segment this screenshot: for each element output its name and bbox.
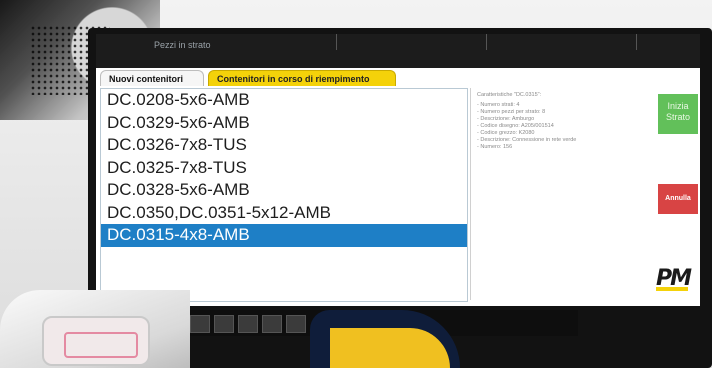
detail-line: - Codice grezzo: K2080 [477,130,535,136]
app-screen: Pezzi in strato Nuovi contenitori Conten… [96,34,700,306]
divider [636,34,637,50]
start-layer-button[interactable]: Inizia Strato [658,94,698,134]
container-list-item[interactable]: DC.0350,DC.0351-5x12-AMB [101,202,467,225]
tab-filling-containers[interactable]: Contenitori in corso di riempimento [208,70,396,86]
brand-logo: PM [656,266,696,296]
detail-line: - Numero strati: 4 [477,102,520,108]
detail-line: - Numero pezzi per strato: 8 [477,109,546,115]
detail-title: Caratteristiche "DC.0315": [477,92,542,98]
container-list-item[interactable]: DC.0315-4x8-AMB [101,224,467,247]
status-label: Pezzi in strato [154,40,211,50]
container-list-item[interactable]: DC.0326-7x8-TUS [101,134,467,157]
detail-line: - Codice disegno: A205/001514 [477,123,554,129]
container-list-item[interactable]: DC.0325-7x8-TUS [101,157,467,180]
container-list: DC.0208-5x6-AMB DC.0329-5x6-AMB DC.0326-7x… [100,88,468,302]
tab-new-containers[interactable]: Nuovi contenitori [100,70,204,86]
divider [486,34,487,50]
detail-line: - Descrizione: Amburgo [477,116,535,122]
container-list-item[interactable]: DC.0328-5x6-AMB [101,179,467,202]
taskbar-app-icon[interactable] [190,315,210,333]
status-strip: Pezzi in strato [96,34,700,68]
detail-line: - Descrizione: Connessione in rete verde [477,137,577,143]
logo-text: PM [656,266,692,291]
detail-line: - Numero: 156 [477,144,513,150]
divider [336,34,337,50]
taskbar-app-icon[interactable] [238,315,258,333]
taskbar-app-icon[interactable] [262,315,282,333]
detail-panel: Caratteristiche "DC.0315": - Numero stra… [470,88,650,300]
taskbar-app-icon[interactable] [214,315,234,333]
taskbar-app-icon[interactable] [286,315,306,333]
label-printer-photo [0,290,190,368]
container-list-item[interactable]: DC.0329-5x6-AMB [101,112,467,135]
container-list-item[interactable]: DC.0208-5x6-AMB [101,89,467,112]
printer-window [42,316,150,366]
cancel-button[interactable]: Annulla [658,184,698,214]
